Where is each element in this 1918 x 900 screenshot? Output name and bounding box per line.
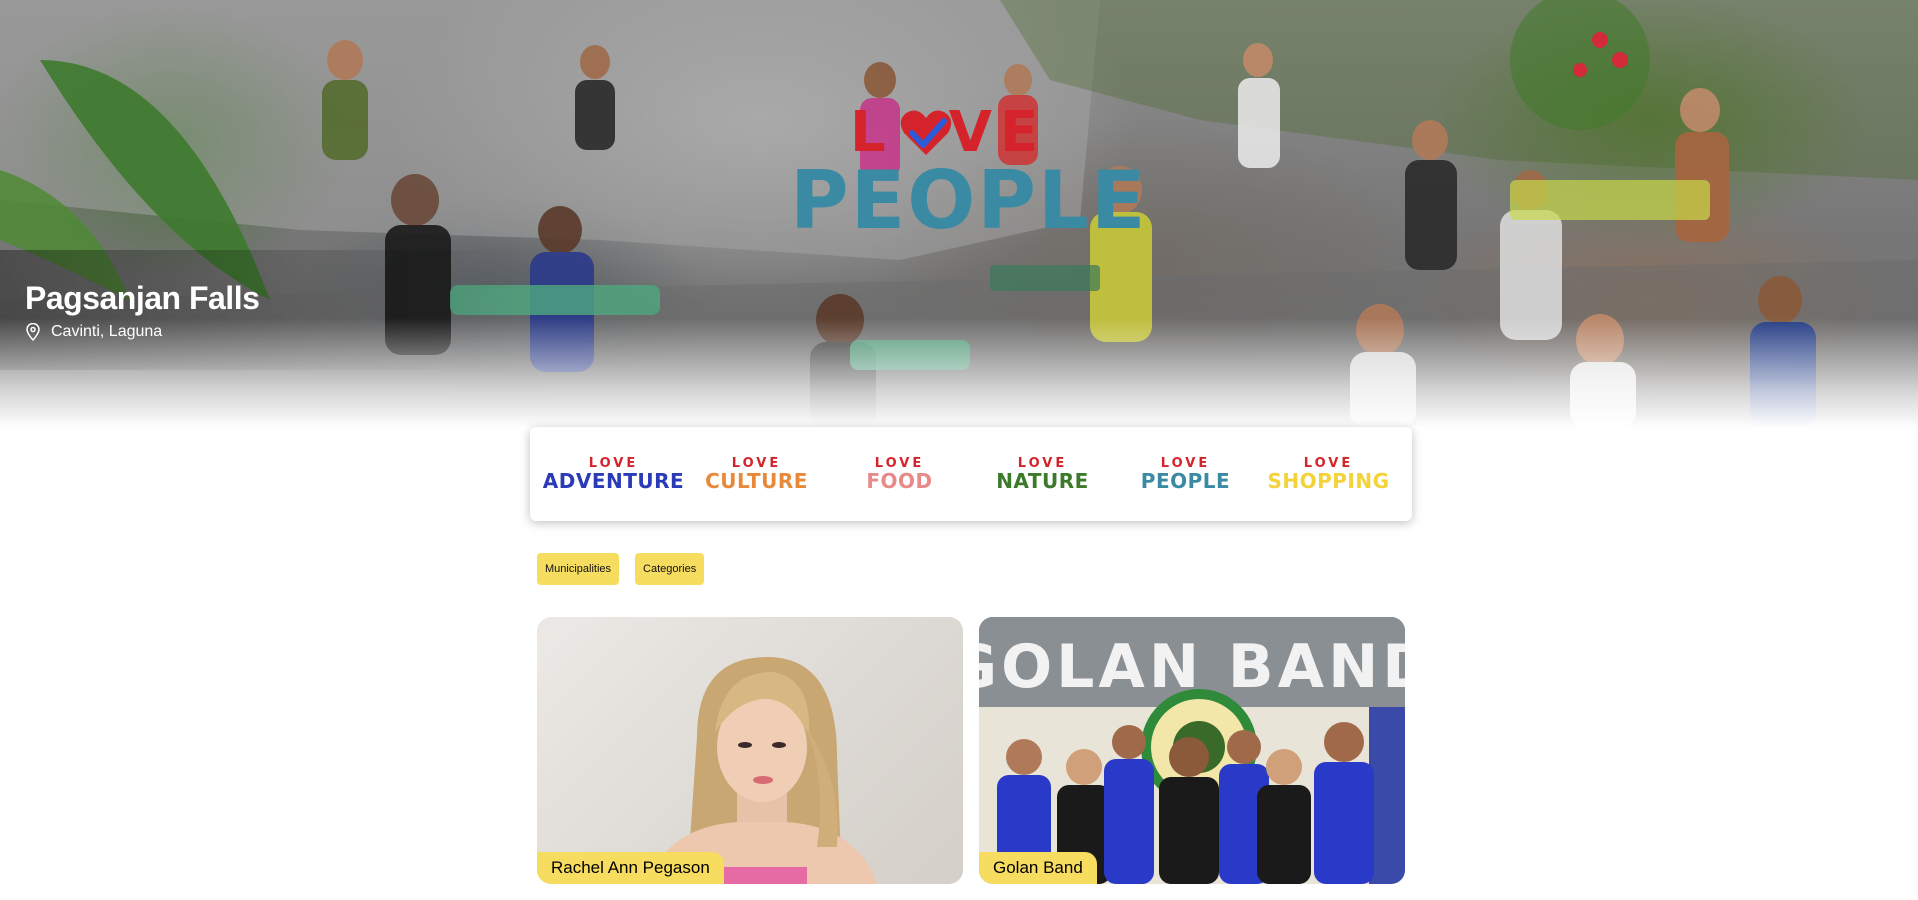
location-pin-icon bbox=[26, 323, 40, 341]
portrait-photo bbox=[647, 657, 877, 884]
category-adventure-label: ADVENTURE bbox=[542, 468, 685, 493]
category-love-people[interactable]: LOVE PEOPLE bbox=[1118, 444, 1253, 504]
category-people-label: PEOPLE bbox=[1140, 468, 1231, 493]
category-strip: LOVE ADVENTURE LOVE CULTURE LOVE FOOD LO… bbox=[530, 427, 1412, 521]
people-card-rachel-ann-pegason[interactable]: Rachel Ann Pegason bbox=[537, 617, 963, 884]
category-love-label: LOVE bbox=[1017, 455, 1068, 471]
card-name-label: Golan Band bbox=[979, 852, 1097, 884]
category-love-adventure[interactable]: LOVE ADVENTURE bbox=[542, 444, 685, 504]
municipalities-filter-button[interactable]: Municipalities bbox=[537, 553, 620, 585]
category-food-label: FOOD bbox=[866, 468, 933, 493]
category-love-label: LOVE bbox=[1303, 455, 1354, 471]
category-culture-label: CULTURE bbox=[705, 468, 808, 493]
category-love-label: LOVE bbox=[1160, 455, 1211, 471]
filter-bar: Municipalities Categories bbox=[537, 553, 705, 585]
category-love-food[interactable]: LOVE FOOD bbox=[832, 444, 967, 504]
place-location: Cavinti, Laguna bbox=[25, 322, 162, 342]
card-name-label: Rachel Ann Pegason bbox=[537, 852, 724, 884]
logo-people-text: PEOPLE bbox=[790, 154, 1148, 247]
category-nature-label: NATURE bbox=[996, 468, 1089, 493]
category-love-label: LOVE bbox=[731, 455, 782, 471]
place-title: Pagsanjan Falls bbox=[25, 280, 260, 316]
logo-love-text: L VE bbox=[850, 100, 1047, 165]
category-shopping-label: SHOPPING bbox=[1267, 468, 1390, 493]
category-love-shopping[interactable]: LOVE SHOPPING bbox=[1261, 444, 1396, 504]
category-love-label: LOVE bbox=[874, 455, 925, 471]
hero-banner: L VE PEOPLE Pagsanjan Falls Cavinti, Lag… bbox=[0, 0, 1918, 428]
category-love-nature[interactable]: LOVE NATURE bbox=[975, 444, 1110, 504]
place-location-text: Cavinti, Laguna bbox=[51, 323, 163, 340]
categories-filter-button[interactable]: Categories bbox=[635, 553, 705, 585]
band-photo: GOLAN BAND bbox=[979, 617, 1405, 884]
hero-fade bbox=[0, 318, 1918, 428]
love-people-logo: L VE PEOPLE bbox=[790, 100, 1150, 241]
category-love-culture[interactable]: LOVE CULTURE bbox=[689, 444, 824, 504]
category-love-label: LOVE bbox=[588, 455, 639, 471]
people-card-golan-band[interactable]: GOLAN BAND Golan Band bbox=[979, 617, 1405, 884]
